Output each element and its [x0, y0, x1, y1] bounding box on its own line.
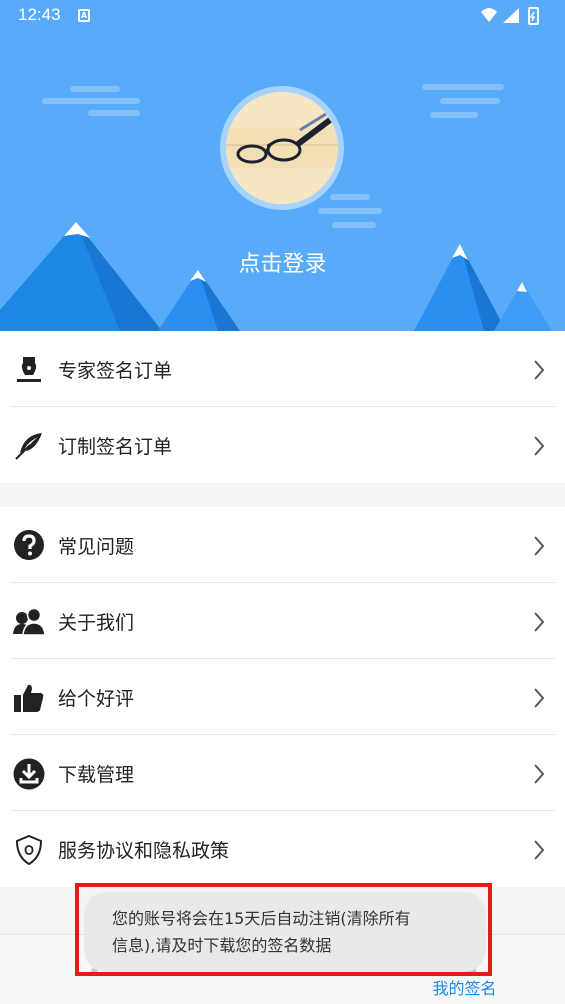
- avatar-glasses-image: [226, 92, 338, 204]
- chevron-right-icon: [534, 436, 545, 456]
- menu-label: 订制签名订单: [58, 436, 173, 458]
- menu-item-faq[interactable]: 常见问题: [0, 507, 565, 583]
- tab-label: 我的签名: [432, 979, 497, 998]
- pen-nib-icon: [17, 357, 41, 382]
- chevron-right-icon: [534, 612, 545, 632]
- menu-item-rate-us[interactable]: 给个好评: [0, 659, 565, 735]
- status-indicators: [481, 7, 539, 25]
- feather-icon: [15, 433, 42, 460]
- signal-icon: [503, 8, 519, 23]
- question-icon: [14, 530, 44, 560]
- download-icon: [13, 758, 45, 790]
- order-menu: 专家签名订单 订制签名订单: [0, 331, 565, 483]
- settings-menu: 常见问题 关于我们 给个好评 下载管理 服务协议和隐私政策: [0, 507, 565, 887]
- chevron-right-icon: [534, 536, 545, 556]
- menu-item-expert-orders[interactable]: 专家签名订单: [0, 331, 565, 407]
- users-icon: [13, 607, 46, 636]
- chevron-right-icon: [534, 688, 545, 708]
- chevron-right-icon: [534, 360, 545, 380]
- user-avatar[interactable]: [220, 86, 344, 210]
- menu-label: 下载管理: [58, 764, 135, 786]
- status-time: 12:43: [18, 5, 61, 24]
- menu-label: 常见问题: [58, 536, 135, 558]
- thumbs-up-icon: [14, 684, 44, 712]
- menu-item-downloads[interactable]: 下载管理: [0, 735, 565, 811]
- login-prompt[interactable]: 点击登录: [0, 246, 565, 278]
- menu-item-privacy-policy[interactable]: 服务协议和隐私政策: [0, 811, 565, 887]
- highlight-box: [75, 883, 492, 976]
- status-bar: 12:43 A: [0, 0, 565, 32]
- menu-item-custom-orders[interactable]: 订制签名订单: [0, 407, 565, 483]
- profile-header: 点击登录: [0, 0, 565, 331]
- menu-label: 给个好评: [58, 688, 135, 710]
- menu-item-about-us[interactable]: 关于我们: [0, 583, 565, 659]
- chevron-right-icon: [534, 764, 545, 784]
- chevron-right-icon: [534, 840, 545, 860]
- battery-icon: [528, 7, 539, 25]
- notification-icon: A: [78, 9, 90, 22]
- menu-label: 服务协议和隐私政策: [58, 840, 230, 862]
- shield-icon: [15, 834, 43, 866]
- menu-label: 专家签名订单: [58, 360, 173, 382]
- wifi-icon: [481, 8, 497, 22]
- menu-label: 关于我们: [58, 612, 135, 634]
